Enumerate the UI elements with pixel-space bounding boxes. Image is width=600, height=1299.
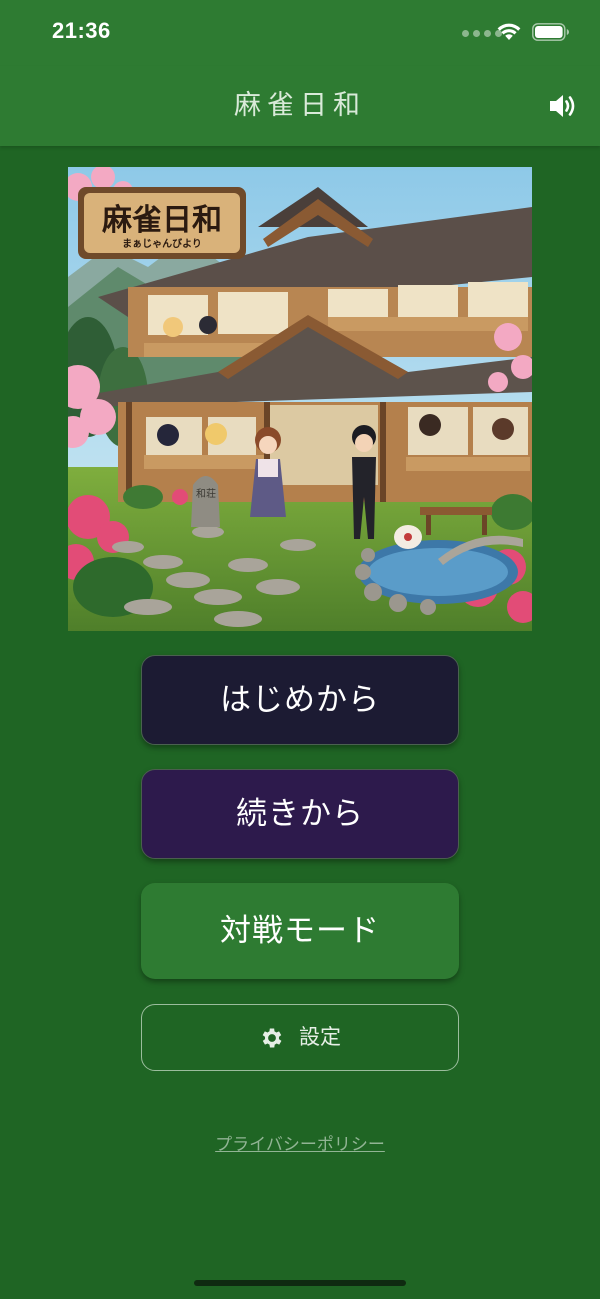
app-title: 麻雀日和 <box>234 90 366 121</box>
gear-icon <box>262 1027 282 1048</box>
status-time: 21:36 <box>52 18 111 43</box>
wifi-icon <box>497 23 521 40</box>
sound-toggle-button[interactable] <box>546 90 580 122</box>
settings-button[interactable]: 設定 <box>141 1004 459 1071</box>
settings-label: 設定 <box>299 1025 341 1049</box>
sign-title-text: 麻雀日和 <box>102 203 222 238</box>
mahjong-house-illustration: 和荘 麻雀日和 まぁじゃんびより <box>68 167 532 631</box>
home-indicator[interactable] <box>194 1280 406 1286</box>
speaker-volume-icon <box>550 95 575 117</box>
status-bar: 21:36 <box>0 0 600 66</box>
app-header: 麻雀日和 <box>0 66 600 146</box>
battery-icon <box>532 23 569 41</box>
versus-mode-button[interactable]: 対戦モード <box>141 883 459 979</box>
start-new-game-button[interactable]: はじめから <box>141 655 459 745</box>
continue-game-button[interactable]: 続きから <box>141 769 459 859</box>
hero-illustration: 和荘 麻雀日和 まぁじゃんびより <box>68 167 532 631</box>
sign-subtitle-text: まぁじゃんびより <box>122 237 202 250</box>
stone-marker-text: 和荘 <box>196 488 216 500</box>
privacy-policy-link[interactable]: プライバシーポリシー <box>0 1130 600 1155</box>
